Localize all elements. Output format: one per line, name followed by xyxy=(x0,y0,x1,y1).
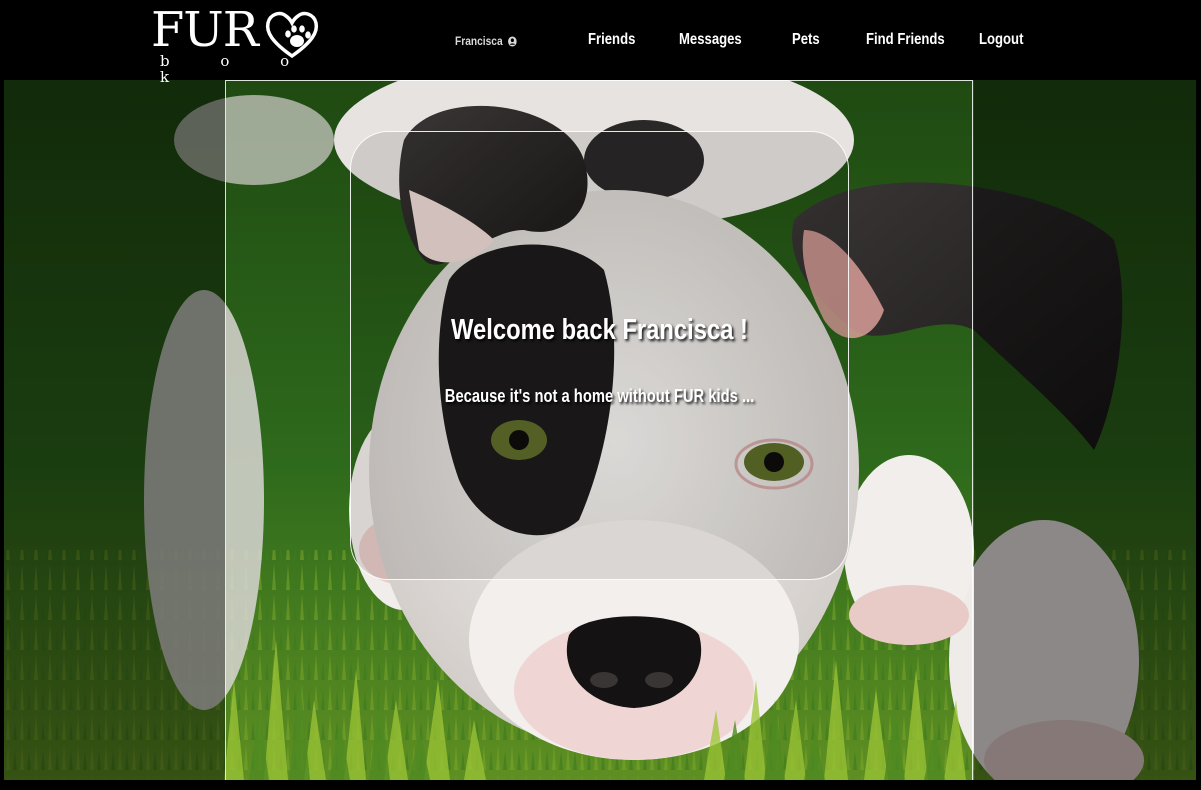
hero-dim-right xyxy=(974,80,1196,780)
nav-link-logout[interactable]: Logout xyxy=(979,31,1023,49)
welcome-card: Welcome back Francisca ! Because it's no… xyxy=(350,131,849,580)
nav-username[interactable]: Francisca xyxy=(455,34,517,48)
hero-dim-left xyxy=(4,80,226,780)
nav-link-find-friends[interactable]: Find Friends xyxy=(866,31,945,49)
user-circle-icon xyxy=(508,35,517,47)
logo-tagline: b o o k xyxy=(160,52,313,86)
navbar: FUR b o o k Francisca Friends Messages P… xyxy=(0,0,1201,85)
welcome-subtitle: Because it's not a home without FUR kids… xyxy=(444,386,755,406)
logo-word: FUR xyxy=(151,2,259,58)
welcome-title: Welcome back Francisca ! xyxy=(451,314,748,346)
nav-link-messages[interactable]: Messages xyxy=(679,31,742,49)
page: FUR b o o k Francisca Friends Messages P… xyxy=(0,0,1201,790)
furbook-logo[interactable]: FUR b o o k xyxy=(151,2,326,85)
nav-link-pets[interactable]: Pets xyxy=(792,31,820,49)
nav-link-friends[interactable]: Friends xyxy=(588,31,635,49)
username-label: Francisca xyxy=(455,34,503,48)
